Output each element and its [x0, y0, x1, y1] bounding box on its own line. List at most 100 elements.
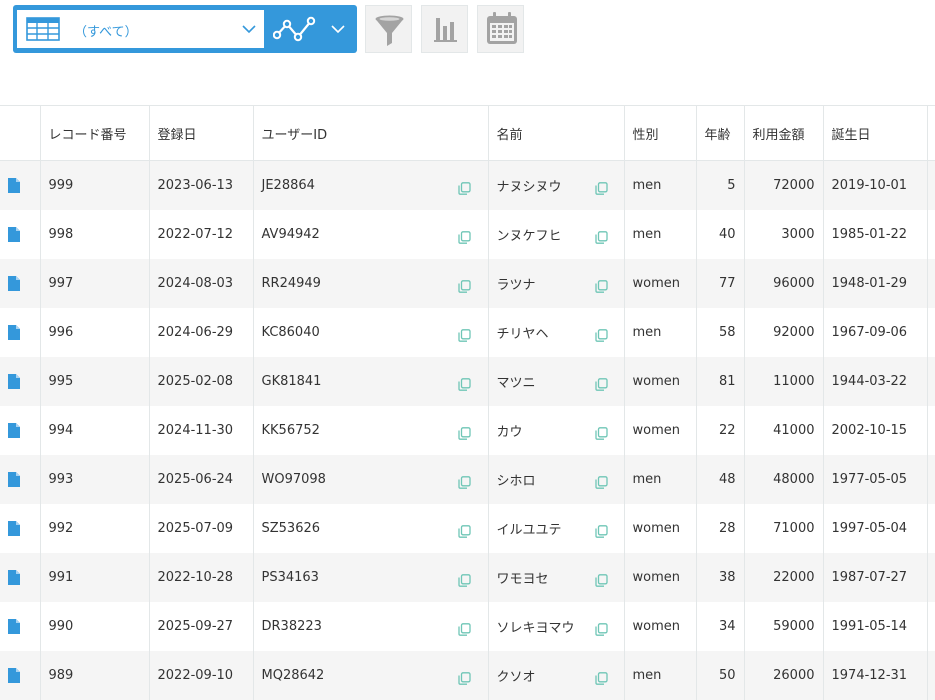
cell-usage-amount: 41000: [743, 405, 823, 455]
cell-record-number-text: 996: [48, 324, 74, 340]
cell-birthday-text: 1944-03-22: [831, 373, 908, 389]
cell-name-text: ンヌケフヒ: [496, 228, 562, 244]
cell-record-number: 992: [39, 503, 149, 553]
cell-record-number-text: 990: [48, 618, 74, 634]
document-icon: [8, 226, 20, 242]
copy-icon[interactable]: [457, 377, 471, 391]
cell-name: マツニ: [487, 356, 624, 406]
cell-record-number-text: 995: [48, 373, 74, 389]
cell-birthday: 1997-05-04: [822, 503, 927, 553]
cell-user-id: AV94942: [252, 209, 488, 259]
funnel-icon: [375, 15, 404, 46]
copy-icon[interactable]: [594, 426, 608, 440]
column-header-gender[interactable]: 性別: [623, 105, 696, 161]
row-spacer: [926, 454, 935, 504]
cell-gender: men: [623, 650, 696, 700]
copy-icon[interactable]: [594, 230, 608, 244]
record-detail-link[interactable]: [0, 210, 40, 259]
cell-gender: women: [623, 405, 696, 455]
copy-icon[interactable]: [457, 230, 471, 244]
chevron-down-icon: [242, 25, 256, 34]
record-detail-link[interactable]: [0, 406, 40, 455]
copy-icon[interactable]: [594, 328, 608, 342]
cell-gender: men: [623, 160, 696, 210]
table-row: 992 2025-07-09 SZ53626 イルユユテ women 28 71000 199…: [0, 503, 935, 553]
chevron-down-icon: [331, 25, 345, 34]
record-detail-link[interactable]: [0, 651, 40, 700]
copy-icon[interactable]: [594, 671, 608, 685]
copy-icon[interactable]: [594, 279, 608, 293]
copy-icon[interactable]: [594, 524, 608, 538]
cell-record-number-text: 994: [48, 422, 74, 438]
copy-icon[interactable]: [457, 475, 471, 489]
column-header-usage-amount[interactable]: 利用金額: [743, 105, 823, 161]
cell-name: シホロ: [487, 454, 624, 504]
copy-icon[interactable]: [457, 573, 471, 587]
copy-icon[interactable]: [457, 279, 471, 293]
graph-button[interactable]: [421, 5, 468, 53]
copy-icon[interactable]: [457, 426, 471, 440]
copy-icon[interactable]: [457, 671, 471, 685]
cell-name-text: カウ: [496, 424, 523, 440]
cell-name-text: クソオ: [496, 669, 536, 685]
cell-usage-amount-text: 3000: [781, 226, 815, 242]
record-list-table: レコード番号 登録日 ユーザーID 名前 性別 年齢 利用金額 誕生日 999 2…: [0, 105, 935, 700]
column-header-age[interactable]: 年齢: [695, 105, 744, 161]
column-header-user-id[interactable]: ユーザーID: [252, 105, 488, 161]
cell-record-number: 989: [39, 650, 149, 700]
record-detail-link[interactable]: [0, 259, 40, 308]
cell-record-number: 999: [39, 160, 149, 210]
copy-icon[interactable]: [457, 622, 471, 636]
calendar-button[interactable]: [477, 5, 524, 53]
copy-icon[interactable]: [594, 475, 608, 489]
cell-registration-date-text: 2025-09-27: [157, 618, 234, 634]
copy-icon[interactable]: [594, 573, 608, 587]
cell-registration-date-text: 2024-06-29: [157, 324, 234, 340]
filter-button[interactable]: [365, 5, 412, 53]
record-detail-link[interactable]: [0, 357, 40, 406]
column-header-name[interactable]: 名前: [487, 105, 624, 161]
cell-registration-date-text: 2025-06-24: [157, 471, 234, 487]
cell-name-text: マツニ: [496, 375, 536, 391]
cell-registration-date: 2025-06-24: [148, 454, 253, 504]
column-header-registration-date[interactable]: 登録日: [148, 105, 253, 161]
cell-age: 28: [695, 503, 744, 553]
cell-record-number-text: 989: [48, 667, 74, 683]
cell-usage-amount-text: 48000: [773, 471, 815, 487]
cell-usage-amount-text: 59000: [773, 618, 815, 634]
copy-icon[interactable]: [457, 182, 471, 195]
cell-age: 22: [695, 405, 744, 455]
table-row: 999 2023-06-13 JE28864 ナヌシヌウ men 5 72000 2019-1…: [0, 160, 935, 210]
cell-usage-amount-text: 41000: [773, 422, 815, 438]
cell-record-number: 997: [39, 258, 149, 308]
record-detail-link[interactable]: [0, 161, 40, 210]
cell-registration-date-text: 2023-06-13: [157, 177, 234, 193]
column-header-record-number[interactable]: レコード番号: [39, 105, 149, 161]
cell-user-id-text: SZ53626: [261, 520, 321, 536]
document-icon: [8, 569, 20, 585]
record-detail-link[interactable]: [0, 553, 40, 602]
cell-user-id: KC86040: [252, 307, 488, 357]
record-detail-link[interactable]: [0, 602, 40, 651]
cell-age-text: 48: [718, 471, 736, 487]
view-toolbar-group: （すべて）: [13, 5, 357, 53]
cell-user-id: RR24949: [252, 258, 488, 308]
column-header-birthday[interactable]: 誕生日: [822, 105, 927, 161]
copy-icon[interactable]: [594, 622, 608, 636]
cell-user-id-text: MQ28642: [261, 667, 325, 683]
record-detail-link[interactable]: [0, 308, 40, 357]
record-detail-link[interactable]: [0, 504, 40, 553]
record-detail-link[interactable]: [0, 455, 40, 504]
cell-birthday-text: 2019-10-01: [831, 177, 908, 193]
copy-icon[interactable]: [457, 328, 471, 342]
table-row: 990 2025-09-27 DR38223 ソレキヨマウ women 34 59000 19…: [0, 601, 935, 651]
cell-name: ソレキヨマウ: [487, 601, 624, 651]
copy-icon[interactable]: [594, 182, 608, 195]
copy-icon[interactable]: [594, 377, 608, 391]
copy-icon[interactable]: [457, 524, 471, 538]
graph-menu-button[interactable]: [269, 5, 357, 53]
cell-birthday-text: 1977-05-05: [831, 471, 908, 487]
cell-user-id-text: PS34163: [261, 569, 319, 585]
view-selector[interactable]: （すべて）: [17, 10, 264, 48]
cell-age: 50: [695, 650, 744, 700]
